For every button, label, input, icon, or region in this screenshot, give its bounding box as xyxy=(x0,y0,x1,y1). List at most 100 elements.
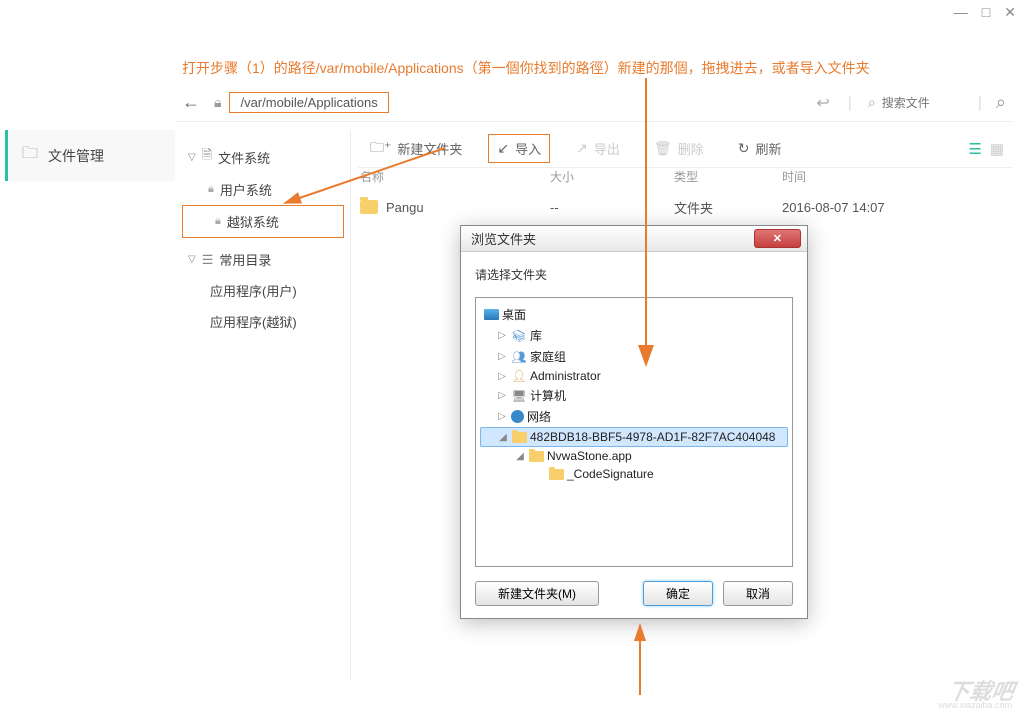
tree-sidebar: ▽ 🗎︎ 文件系统 🔒︎ 用户系统 🔒︎ 越狱系统 ▽ ☰ 常用目录 应用程序(… xyxy=(176,130,351,680)
tree-item-user-system[interactable]: 🔒︎ 用户系统 xyxy=(176,174,350,205)
expand-arrow-icon: ▷ xyxy=(496,411,508,422)
export-button[interactable]: ↗︎ 导出 xyxy=(568,135,628,162)
tree-node-label: _CodeSignature xyxy=(567,467,654,481)
dialog-prompt: 请选择文件夹 xyxy=(475,266,793,283)
tree-node-administrator[interactable]: ▷ 👤︎ Administrator xyxy=(480,367,788,385)
tree-node-label: 库 xyxy=(530,327,542,344)
tree-label: 越狱系统 xyxy=(227,212,279,231)
refresh-button[interactable]: ↻ 刷新 xyxy=(730,135,790,162)
tree-header-filesystem[interactable]: ▽ 🗎︎ 文件系统 xyxy=(176,140,350,174)
tree-label: 应用程序(越狱) xyxy=(210,312,297,331)
tool-label: 新建文件夹 xyxy=(397,139,462,158)
tree-label: 应用程序(用户) xyxy=(210,281,297,300)
tree-node-label: 桌面 xyxy=(502,306,526,323)
tree-node-label: 482BDB18-BBF5-4978-AD1F-82F7AC404048 xyxy=(530,430,775,444)
search-button[interactable]: ⌕ xyxy=(990,92,1012,113)
tree-node-network[interactable]: ▷ 网络 xyxy=(480,406,788,427)
folder-icon xyxy=(549,469,564,480)
tree-node-library[interactable]: ▷ 📚︎ 库 xyxy=(480,325,788,346)
path-bar: ← 🔒︎ /var/mobile/Applications ↩︎ | ⌕ | ⌕ xyxy=(176,90,1012,122)
list-view-button[interactable]: ☰ xyxy=(968,140,981,158)
tree-node-label: 网络 xyxy=(527,408,551,425)
search-input[interactable] xyxy=(882,96,962,110)
tree-node-selected-folder[interactable]: ◢ 482BDB18-BBF5-4978-AD1F-82F7AC404048 xyxy=(480,427,788,447)
network-icon xyxy=(511,410,524,423)
computer-icon: 🖥︎ xyxy=(511,389,527,403)
search-box: ⌕ xyxy=(860,94,970,111)
tree-node-label: NvwaStone.app xyxy=(547,449,632,463)
instruction-annotation: 打开步骤（1）的路径/var/mobile/Applications（第一個你找… xyxy=(182,58,870,78)
grid-view-button[interactable]: ▦ xyxy=(990,140,1004,158)
user-icon: 👤︎ xyxy=(511,369,527,383)
tree-item-apps-jailbreak[interactable]: 应用程序(越狱) xyxy=(176,306,350,337)
library-icon: 📚︎ xyxy=(511,329,527,343)
file-name: Pangu xyxy=(386,200,424,215)
chevron-down-icon: ▽ xyxy=(188,152,196,163)
tree-node-computer[interactable]: ▷ 🖥︎ 计算机 xyxy=(480,385,788,406)
tree-item-jailbreak-system[interactable]: 🔒︎ 越狱系统 xyxy=(182,205,344,238)
list-icon: ☰ xyxy=(202,252,214,268)
lock-icon: 🔒︎ xyxy=(208,183,214,196)
import-button[interactable]: ↙︎ 导入 xyxy=(488,134,550,163)
col-header-name[interactable]: 名称 xyxy=(360,168,550,192)
tree-label: 文件系统 xyxy=(218,148,270,167)
folder-icon xyxy=(512,432,527,443)
folder-icon: 🗀︎ xyxy=(22,142,38,169)
minimize-button[interactable]: — xyxy=(954,4,968,21)
sidebar-label: 文件管理 xyxy=(48,146,104,166)
dialog-button-row: 新建文件夹(M) 确定 取消 xyxy=(475,581,793,606)
dialog-close-button[interactable]: ✕ xyxy=(754,229,801,248)
close-window-button[interactable]: ✕ xyxy=(1004,4,1016,21)
window-controls: — □ ✕ xyxy=(954,4,1016,21)
expand-arrow-icon: ▷ xyxy=(496,330,508,341)
dialog-ok-button[interactable]: 确定 xyxy=(643,581,713,606)
tool-label: 导出 xyxy=(594,139,620,158)
dialog-new-folder-button[interactable]: 新建文件夹(M) xyxy=(475,581,599,606)
tool-label: 刷新 xyxy=(755,139,781,158)
watermark-url: www.xiazaiba.com xyxy=(938,700,1012,710)
tool-label: 删除 xyxy=(678,139,704,158)
view-toggle: ☰ ▦ xyxy=(968,140,1012,158)
tree-node-homegroup[interactable]: ▷ 👥︎ 家庭组 xyxy=(480,346,788,367)
maximize-button[interactable]: □ xyxy=(982,4,990,21)
tree-node-codesignature[interactable]: _CodeSignature xyxy=(480,465,788,483)
browse-folder-dialog: 浏览文件夹 ✕ 请选择文件夹 桌面 ▷ 📚︎ 库 ▷ 👥︎ 家庭组 ▷ 👤︎ A xyxy=(460,225,808,619)
col-header-time[interactable]: 时间 xyxy=(782,168,1012,192)
forward-button[interactable]: ↩︎ xyxy=(806,93,839,113)
file-list-header: 名称 大小 类型 时间 xyxy=(360,168,1012,192)
homegroup-icon: 👥︎ xyxy=(511,350,527,364)
desktop-icon xyxy=(484,309,499,320)
file-size: -- xyxy=(550,200,674,215)
file-row[interactable]: Pangu -- 文件夹 2016-08-07 14:07 xyxy=(360,192,1012,222)
tree-node-label: Administrator xyxy=(530,369,601,383)
dialog-title-text: 浏览文件夹 xyxy=(471,229,536,248)
col-header-size[interactable]: 大小 xyxy=(550,168,674,192)
collapse-arrow-icon: ◢ xyxy=(514,451,526,462)
back-button[interactable]: ← xyxy=(176,92,206,113)
new-folder-button[interactable]: 🗀⁺︎ 新建文件夹 xyxy=(362,133,470,165)
tool-label: 导入 xyxy=(515,139,541,158)
dialog-titlebar[interactable]: 浏览文件夹 ✕ xyxy=(461,226,807,252)
folder-icon xyxy=(529,451,544,462)
col-header-type[interactable]: 类型 xyxy=(674,168,782,192)
chevron-down-icon: ▽ xyxy=(188,254,196,265)
tree-node-label: 计算机 xyxy=(530,387,566,404)
delete-button[interactable]: 🗑︎ 删除 xyxy=(646,135,712,162)
left-sidebar: 🗀︎ 文件管理 xyxy=(5,130,175,181)
tree-item-apps-user[interactable]: 应用程序(用户) xyxy=(176,275,350,306)
dialog-folder-tree[interactable]: 桌面 ▷ 📚︎ 库 ▷ 👥︎ 家庭组 ▷ 👤︎ Administrator ▷ … xyxy=(475,297,793,567)
file-type: 文件夹 xyxy=(674,198,782,217)
sidebar-item-file-manager[interactable]: 🗀︎ 文件管理 xyxy=(5,130,175,181)
tree-header-common-dirs[interactable]: ▽ ☰ 常用目录 xyxy=(176,244,350,275)
tree-label: 用户系统 xyxy=(220,180,272,199)
expand-arrow-icon: ▷ xyxy=(496,371,508,382)
path-input[interactable]: /var/mobile/Applications xyxy=(229,92,388,113)
export-icon: ↗︎ xyxy=(576,140,588,157)
expand-arrow-icon: ▷ xyxy=(496,351,508,362)
tree-node-desktop[interactable]: 桌面 xyxy=(480,304,788,325)
dialog-cancel-button[interactable]: 取消 xyxy=(723,581,793,606)
import-icon: ↙︎ xyxy=(497,140,509,157)
lock-icon: 🔒︎ xyxy=(215,215,221,228)
tree-node-app[interactable]: ◢ NvwaStone.app xyxy=(480,447,788,465)
file-time: 2016-08-07 14:07 xyxy=(782,200,1012,215)
